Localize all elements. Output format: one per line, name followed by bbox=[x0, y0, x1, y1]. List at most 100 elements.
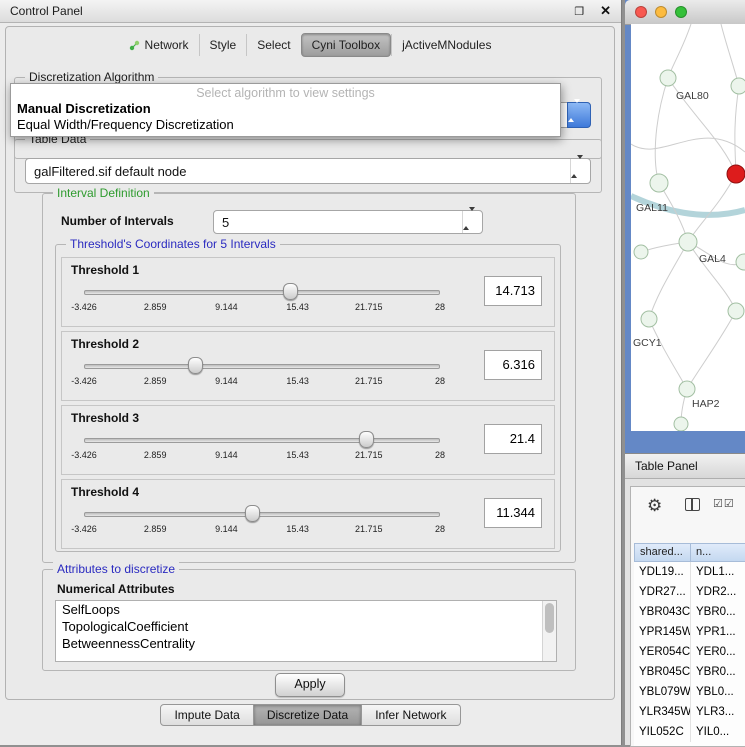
table-row[interactable]: YBR045CYBR0... bbox=[634, 662, 745, 682]
scrollbar-thumb[interactable] bbox=[545, 603, 554, 633]
table-header-row: shared...n... bbox=[634, 543, 745, 562]
slider-thumb[interactable] bbox=[188, 357, 203, 374]
table-row[interactable]: YER054CYER0... bbox=[634, 642, 745, 662]
node-label: GAL11 bbox=[636, 202, 668, 214]
tab-network[interactable]: Network bbox=[119, 34, 199, 56]
tab-discretize-data[interactable]: Discretize Data bbox=[254, 704, 362, 726]
network-node[interactable] bbox=[641, 311, 657, 327]
network-view-window: GAL80GAL11GAL4GCY1HAP2 bbox=[625, 0, 745, 453]
control-panel-window: Control Panel ❐ ✕ NetworkStyleSelectCyni… bbox=[0, 0, 622, 745]
network-node[interactable] bbox=[679, 233, 697, 251]
tick-label: 9.144 bbox=[215, 450, 238, 460]
numerical-attributes-label: Numerical Attributes bbox=[57, 582, 175, 596]
interval-definition-group: Interval Definition Number of Intervals … bbox=[42, 193, 576, 563]
select-rows-icon[interactable]: ☑☑ bbox=[713, 497, 735, 510]
slider-thumb[interactable] bbox=[245, 505, 260, 522]
node-label: GAL4 bbox=[699, 253, 726, 265]
attribute-item[interactable]: SelfLoops bbox=[56, 601, 556, 618]
algorithm-option-equal-width-frequency-discretization[interactable]: Equal Width/Frequency Discretization bbox=[11, 117, 560, 133]
network-canvas[interactable]: GAL80GAL11GAL4GCY1HAP2 bbox=[631, 24, 745, 431]
network-node[interactable] bbox=[634, 245, 648, 259]
close-icon[interactable]: ✕ bbox=[600, 3, 611, 19]
table-row[interactable]: YLR345WYLR3... bbox=[634, 702, 745, 722]
tab-impute-data[interactable]: Impute Data bbox=[160, 704, 253, 726]
number-of-intervals-combobox[interactable]: 5 bbox=[213, 210, 483, 234]
traffic-light-close[interactable] bbox=[635, 6, 647, 18]
network-node-selected[interactable] bbox=[727, 165, 745, 183]
threshold-label: Threshold 2 bbox=[71, 337, 139, 351]
attribute-item[interactable]: TopologicalCoefficient bbox=[56, 618, 556, 635]
threshold-slider[interactable] bbox=[84, 504, 440, 522]
algorithm-option-manual-discretization[interactable]: Manual Discretization bbox=[11, 101, 560, 117]
table-row[interactable]: YDR27...YDR2... bbox=[634, 582, 745, 602]
network-node[interactable] bbox=[650, 174, 668, 192]
table-cell: YLR3... bbox=[691, 702, 745, 722]
tab-select[interactable]: Select bbox=[246, 34, 300, 56]
threshold-value-field[interactable]: 6.316 bbox=[484, 350, 542, 380]
slider-thumb[interactable] bbox=[283, 283, 298, 300]
network-window-titlebar bbox=[625, 0, 745, 25]
threshold-value-field[interactable]: 11.344 bbox=[484, 498, 542, 528]
tab-style[interactable]: Style bbox=[199, 34, 247, 56]
table-cell: YBR0... bbox=[691, 662, 745, 682]
table-cell: YBR0... bbox=[691, 602, 745, 622]
network-node[interactable] bbox=[728, 303, 744, 319]
table-data-combobox[interactable]: galFiltered.sif default node bbox=[25, 158, 591, 184]
table-row[interactable]: YPR145WYPR1... bbox=[634, 622, 745, 642]
group-title: Discretization Algorithm bbox=[25, 70, 158, 84]
threshold-slider[interactable] bbox=[84, 356, 440, 374]
tick-label: 28 bbox=[435, 524, 445, 534]
table-row[interactable]: YIL052CYIL0... bbox=[634, 722, 745, 742]
attributes-group: Attributes to discretize Numerical Attri… bbox=[42, 569, 576, 671]
network-node[interactable] bbox=[679, 381, 695, 397]
apply-button[interactable]: Apply bbox=[275, 673, 345, 697]
slider-track bbox=[84, 290, 440, 295]
tick-label: 2.859 bbox=[144, 376, 167, 386]
threshold-value-field[interactable]: 14.713 bbox=[484, 276, 542, 306]
slider-thumb[interactable] bbox=[359, 431, 374, 448]
tab-label: Style bbox=[210, 38, 237, 52]
tick-label: 28 bbox=[435, 302, 445, 312]
traffic-light-minimize[interactable] bbox=[655, 6, 667, 18]
tab-cyni-toolbox[interactable]: Cyni Toolbox bbox=[301, 33, 391, 57]
attribute-item[interactable]: BetweennessCentrality bbox=[56, 635, 556, 652]
columns-icon[interactable] bbox=[685, 498, 700, 511]
threshold-slider[interactable] bbox=[84, 282, 440, 300]
tick-label: 21.715 bbox=[355, 450, 383, 460]
tab-label: jActiveMNodules bbox=[402, 38, 491, 52]
tab-label: Cyni Toolbox bbox=[312, 38, 380, 52]
combo-stepper-icon[interactable] bbox=[570, 159, 590, 183]
traffic-light-zoom[interactable] bbox=[675, 6, 687, 18]
tab-jactivemnodules[interactable]: jActiveMNodules bbox=[391, 34, 501, 56]
threshold-block: Threshold 2-3.4262.8599.14415.4321.71528… bbox=[61, 331, 555, 401]
table-cell: YPR145W bbox=[634, 622, 691, 642]
attributes-listbox[interactable]: SelfLoopsTopologicalCoefficientBetweenne… bbox=[55, 600, 557, 662]
slider-ticks: -3.4262.8599.14415.4321.71528 bbox=[84, 524, 440, 536]
combo-stepper-icon[interactable] bbox=[567, 102, 591, 128]
table-row[interactable]: YBL079WYBL0... bbox=[634, 682, 745, 702]
scrollbar[interactable] bbox=[542, 601, 556, 661]
threshold-slider[interactable] bbox=[84, 430, 440, 448]
column-header-1[interactable]: n... bbox=[691, 543, 745, 562]
float-window-icon[interactable]: ❐ bbox=[574, 5, 584, 18]
tab-infer-network[interactable]: Infer Network bbox=[362, 704, 460, 726]
traffic-lights bbox=[635, 6, 687, 18]
gear-icon[interactable]: ⚙ bbox=[647, 494, 662, 518]
network-node[interactable] bbox=[731, 78, 745, 94]
threshold-value-field[interactable]: 21.4 bbox=[484, 424, 542, 454]
slider-track bbox=[84, 364, 440, 369]
tick-label: 21.715 bbox=[355, 524, 383, 534]
tab-label: Select bbox=[257, 38, 290, 52]
combo-stepper-icon[interactable] bbox=[462, 211, 482, 233]
table-cell: YDL19... bbox=[634, 562, 691, 582]
network-node[interactable] bbox=[660, 70, 676, 86]
combo-value: galFiltered.sif default node bbox=[34, 159, 186, 183]
table-row[interactable]: YDL19...YDL1... bbox=[634, 562, 745, 582]
table-row[interactable]: YBR043CYBR0... bbox=[634, 602, 745, 622]
network-node[interactable] bbox=[674, 417, 688, 431]
network-node[interactable] bbox=[736, 254, 745, 270]
group-title: Interval Definition bbox=[53, 186, 154, 200]
tick-label: 9.144 bbox=[215, 302, 238, 312]
column-header-0[interactable]: shared... bbox=[634, 543, 691, 562]
table-toolbar: ⚙ ☑☑ bbox=[631, 493, 745, 519]
